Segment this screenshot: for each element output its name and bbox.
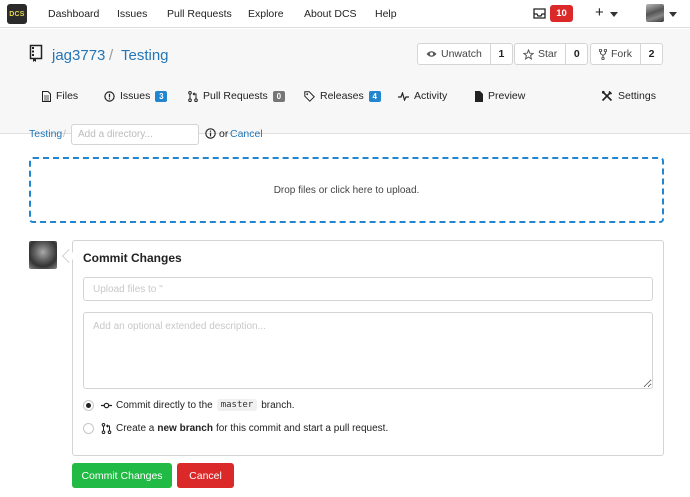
or-text: or <box>219 128 229 140</box>
tag-icon <box>304 90 315 102</box>
commit-new-branch-option: Create a new branch for this commit and … <box>83 421 388 435</box>
repo-name-link[interactable]: Testing <box>121 47 169 64</box>
new-branch-emphasis: new branch <box>157 422 213 434</box>
repo-owner-link[interactable]: jag3773 <box>52 47 105 64</box>
eye-icon <box>426 51 437 57</box>
tab-files-label: Files <box>56 90 79 102</box>
watch-button-group: Unwatch 1 <box>417 43 513 65</box>
star-button-group: Star 0 <box>514 43 589 65</box>
pull-request-icon <box>188 90 198 102</box>
tab-preview[interactable]: Preview <box>475 87 525 105</box>
chevron-down-icon[interactable] <box>610 12 618 17</box>
issues-count-badge: 3 <box>155 90 168 102</box>
dropzone-text: Drop files or click here to upload. <box>273 184 420 196</box>
pulls-count-badge: 0 <box>272 90 285 102</box>
user-avatar[interactable] <box>646 4 664 22</box>
repo-path-separator: / <box>109 47 114 64</box>
issue-icon <box>104 90 115 102</box>
nav-pull-requests[interactable]: Pull Requests <box>167 8 232 20</box>
chevron-down-icon[interactable] <box>669 12 677 17</box>
tab-preview-label: Preview <box>488 90 526 102</box>
dcs-logo[interactable]: DCS <box>7 4 27 24</box>
commit-new-branch-radio[interactable] <box>83 422 94 434</box>
unwatch-label: Unwatch <box>441 48 482 60</box>
commit-form-title: Commit Changes <box>83 251 182 265</box>
upload-dropzone[interactable]: Drop files or click here to upload. <box>29 157 664 223</box>
repo-icon <box>29 44 43 62</box>
tab-settings[interactable]: Settings <box>601 87 656 105</box>
notification-count-badge[interactable]: 10 <box>550 5 573 22</box>
create-new-icon[interactable]: + <box>595 4 604 21</box>
commit-changes-button[interactable]: Commit Changes <box>72 463 172 488</box>
star-button[interactable]: Star <box>515 44 567 64</box>
tab-settings-label: Settings <box>618 90 656 102</box>
tab-pull-requests[interactable]: Pull Requests 0 <box>188 87 285 105</box>
fork-icon <box>599 48 607 60</box>
tab-pull-requests-label: Pull Requests <box>203 90 268 102</box>
nav-issues[interactable]: Issues <box>117 8 147 20</box>
fork-button-group: Fork 2 <box>590 43 663 65</box>
commit-summary-input[interactable] <box>83 277 653 301</box>
inbox-icon[interactable] <box>533 8 546 19</box>
fork-button[interactable]: Fork <box>591 44 641 64</box>
fork-label: Fork <box>611 48 632 60</box>
tab-activity[interactable]: Activity <box>398 87 447 105</box>
pull-request-icon <box>101 422 112 434</box>
info-icon[interactable] <box>205 128 216 139</box>
star-label: Star <box>538 48 558 60</box>
commit-direct-radio[interactable] <box>83 399 94 411</box>
new-branch-text-before: Create a <box>116 422 155 434</box>
repo-header: jag3773 / Testing Unwatch 1 Star 0 Fork … <box>0 29 690 134</box>
watch-count[interactable]: 1 <box>491 44 512 64</box>
commit-direct-text-after: branch. <box>261 399 295 411</box>
file-text-icon <box>42 90 51 102</box>
pulse-icon <box>398 91 409 101</box>
tab-issues-label: Issues <box>120 90 151 102</box>
commit-direct-option: Commit directly to the master branch. <box>83 398 295 412</box>
star-count[interactable]: 0 <box>566 44 587 64</box>
releases-count-badge: 4 <box>368 90 381 102</box>
tab-issues[interactable]: Issues 3 <box>104 87 168 105</box>
nav-dashboard[interactable]: Dashboard <box>48 8 99 20</box>
cancel-button[interactable]: Cancel <box>177 463 234 488</box>
commit-direct-text-before: Commit directly to the <box>116 399 213 411</box>
tab-activity-label: Activity <box>414 90 448 102</box>
breadcrumb-separator: / <box>63 128 66 140</box>
tab-releases-label: Releases <box>320 90 364 102</box>
git-commit-icon <box>101 402 112 408</box>
star-icon <box>523 48 534 60</box>
unwatch-button[interactable]: Unwatch <box>418 44 491 64</box>
new-branch-text-after: for this commit and start a pull request… <box>215 422 389 434</box>
tab-releases[interactable]: Releases 4 <box>304 87 381 105</box>
branch-name: master <box>216 399 258 411</box>
top-navbar: DCS Dashboard Issues Pull Requests Explo… <box>0 0 690 28</box>
nav-explore[interactable]: Explore <box>248 8 284 20</box>
nav-help[interactable]: Help <box>375 8 397 20</box>
nav-about[interactable]: About DCS <box>304 8 357 20</box>
directory-input[interactable] <box>71 124 199 145</box>
commit-description-input[interactable] <box>83 312 653 389</box>
tab-files[interactable]: Files <box>42 87 78 105</box>
committer-avatar <box>29 241 57 269</box>
tools-icon <box>601 90 613 102</box>
fork-count[interactable]: 2 <box>641 44 662 64</box>
file-icon <box>475 90 483 102</box>
cancel-link[interactable]: Cancel <box>230 128 263 140</box>
breadcrumb-repo-link[interactable]: Testing <box>29 128 62 140</box>
